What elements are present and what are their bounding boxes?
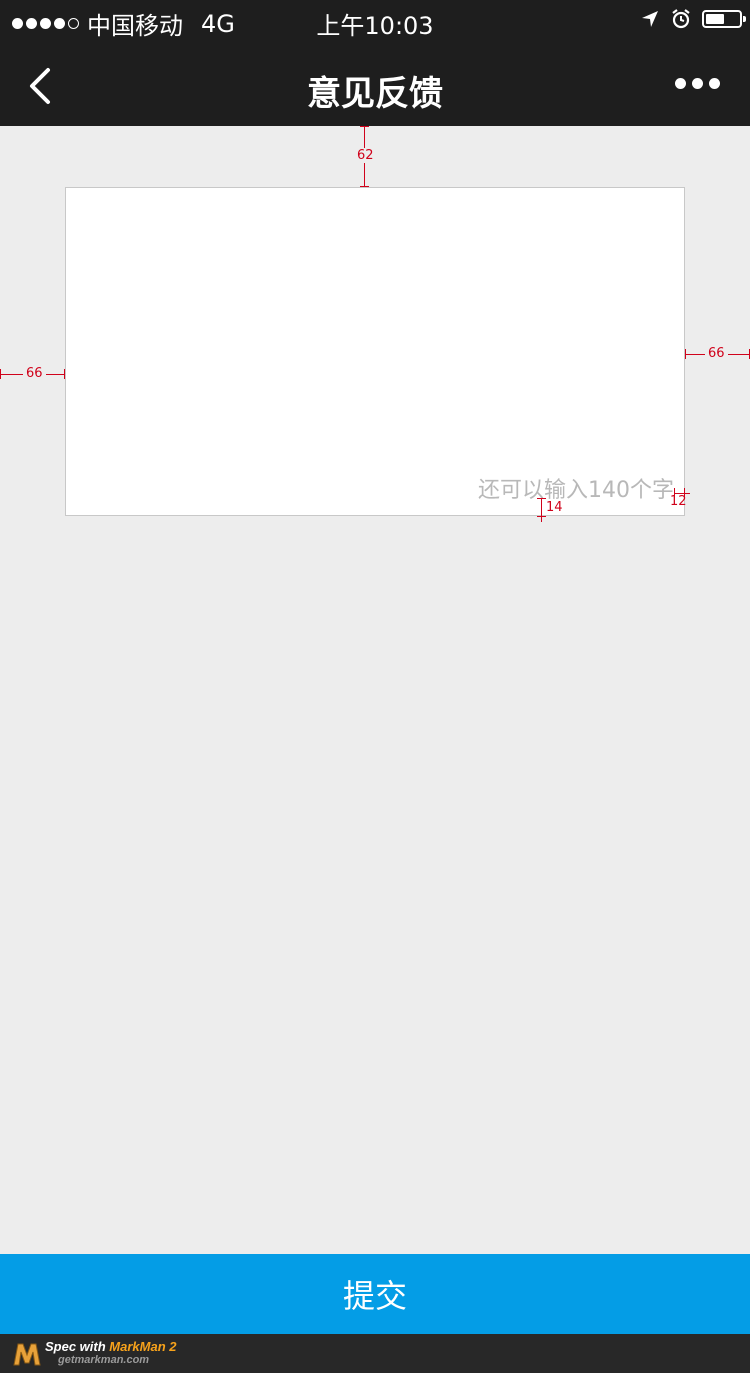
measure-line-bottom [541, 498, 542, 522]
battery-level [706, 14, 724, 24]
character-counter: 还可以输入140个字 [478, 478, 674, 503]
page-title: 意见反馈 [307, 74, 443, 114]
measure-label-left: 66 [23, 366, 46, 381]
alarm-clock-icon [672, 9, 690, 29]
more-dots-icon [675, 78, 686, 89]
markman-logo-icon [13, 1343, 41, 1366]
feedback-input[interactable]: 还可以输入140个字 [65, 187, 685, 516]
markman-site: getmarkman.com [58, 1354, 150, 1366]
markman-brand: MarkMan 2 [109, 1339, 177, 1354]
measure-label-bottom: 14 [546, 500, 563, 515]
markman-tagline: Spec with MarkMan 2 [45, 1339, 177, 1354]
measure-label-top: 62 [355, 148, 376, 163]
battery-icon [702, 10, 746, 28]
status-time: 上午10:03 [316, 12, 434, 40]
status-bar: 中国移动 4G 上午10:03 [0, 0, 750, 44]
markman-footer: Spec with MarkMan 2 getmarkman.com [0, 1334, 750, 1373]
measure-label-counter-right: 12 [670, 494, 687, 509]
submit-button[interactable]: 提交 [0, 1254, 750, 1334]
submit-label: 提交 [342, 1277, 407, 1315]
navigation-bar: 意见反馈 [0, 44, 750, 126]
status-right [640, 8, 746, 30]
more-button[interactable] [675, 78, 720, 89]
location-arrow-icon [642, 11, 658, 27]
measure-label-right: 66 [705, 346, 728, 361]
markman-prefix: Spec with [45, 1339, 110, 1354]
